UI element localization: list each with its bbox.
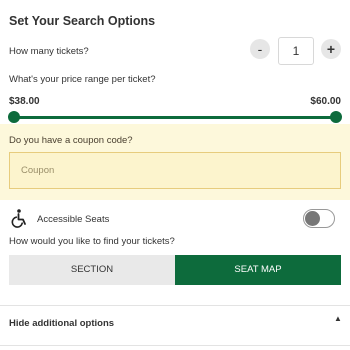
- coupon-label: Do you have a coupon code?: [9, 135, 133, 146]
- accessible-seats-toggle[interactable]: [303, 209, 335, 228]
- tickets-label: How many tickets?: [9, 46, 89, 57]
- ticket-quantity-field[interactable]: 1: [278, 37, 314, 65]
- chevron-up-icon[interactable]: ▲: [334, 314, 342, 323]
- section-button[interactable]: SECTION: [9, 255, 175, 285]
- price-max-value: $60.00: [310, 96, 341, 107]
- price-slider-track[interactable]: [14, 116, 336, 119]
- toggle-knob: [305, 211, 320, 226]
- wheelchair-icon: [11, 209, 26, 228]
- seat-map-button[interactable]: SEAT MAP: [175, 255, 341, 285]
- page-title: Set Your Search Options: [9, 14, 156, 28]
- price-min-value: $38.00: [9, 96, 40, 107]
- accessible-seats-label: Accessible Seats: [37, 214, 110, 225]
- price-min-handle[interactable]: [8, 111, 20, 123]
- increment-button[interactable]: +: [321, 39, 341, 59]
- find-tickets-label: How would you like to find your tickets?: [9, 236, 175, 247]
- divider-bottom: [0, 345, 350, 346]
- decrement-button[interactable]: -: [250, 39, 270, 59]
- coupon-input[interactable]: [9, 152, 341, 189]
- coupon-panel: Do you have a coupon code?: [0, 124, 350, 200]
- price-range-label: What's your price range per ticket?: [9, 74, 156, 85]
- divider: [0, 305, 350, 306]
- hide-additional-options-toggle[interactable]: Hide additional options: [9, 318, 114, 329]
- price-max-handle[interactable]: [330, 111, 342, 123]
